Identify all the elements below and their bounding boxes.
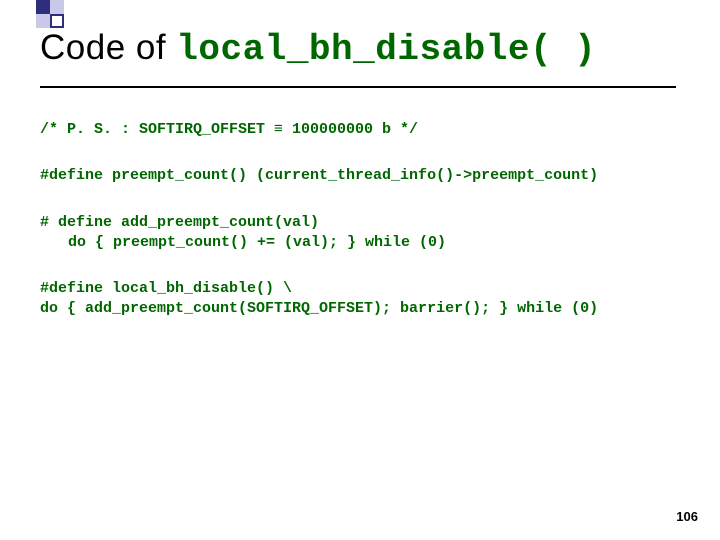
code-block: /* P. S. : SOFTIRQ_OFFSET ≡ 100000000 b … bbox=[40, 120, 680, 346]
deco-square bbox=[36, 14, 50, 28]
code-line: # define add_preempt_count(val) do { pre… bbox=[40, 213, 680, 254]
deco-square bbox=[36, 0, 50, 14]
code-line: #define local_bh_disable() \ do { add_pr… bbox=[40, 279, 680, 320]
title-code: local_bh_disable( ) bbox=[176, 29, 596, 70]
deco-square bbox=[50, 14, 64, 28]
title-prefix: Code of bbox=[40, 28, 176, 67]
title-rule bbox=[40, 86, 676, 88]
code-line: #define preempt_count() (current_thread_… bbox=[40, 166, 680, 186]
code-line: /* P. S. : SOFTIRQ_OFFSET ≡ 100000000 b … bbox=[40, 120, 680, 140]
deco-square bbox=[50, 0, 64, 14]
slide-title: Code of local_bh_disable( ) bbox=[40, 28, 596, 70]
page-number: 106 bbox=[676, 509, 698, 524]
